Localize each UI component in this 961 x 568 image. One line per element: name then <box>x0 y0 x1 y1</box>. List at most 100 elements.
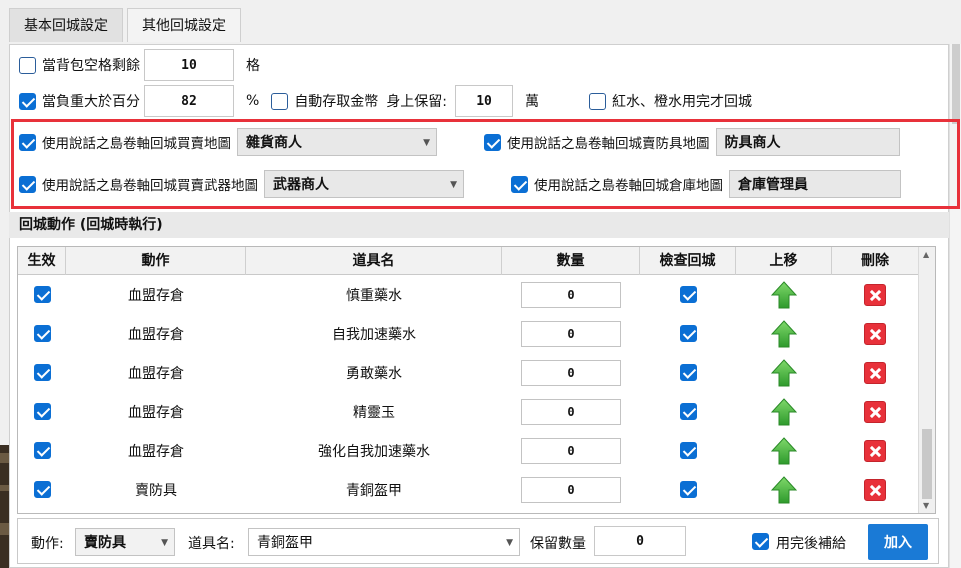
col-check-return[interactable]: 檢查回城 <box>640 247 736 275</box>
row-qty-input[interactable]: 0 <box>521 281 621 308</box>
row-action-cell[interactable]: 血盟存倉 <box>66 431 246 470</box>
scroll-general-label: 使用說話之島卷軸回城買賣地圖 <box>42 136 231 152</box>
col-qty[interactable]: 數量 <box>502 247 640 275</box>
row-check-return-checkbox[interactable] <box>679 364 697 381</box>
row-item-cell[interactable]: 自我加速藥水 <box>246 314 502 353</box>
weight-input[interactable]: 82 <box>144 85 234 117</box>
delete-icon[interactable] <box>864 400 886 423</box>
auto-gold-checkbox[interactable] <box>271 92 289 110</box>
row-item-cell[interactable]: 勇敢藥水 <box>246 353 502 392</box>
bottom-keep-input[interactable]: 0 <box>594 526 686 556</box>
weight-checkbox[interactable] <box>19 92 36 110</box>
row-enabled-cell <box>18 353 66 392</box>
row-action-cell[interactable]: 血盟存倉 <box>66 275 246 314</box>
row-action-cell[interactable]: 賣防具 <box>66 470 246 509</box>
scroll-general-checkbox[interactable] <box>19 133 36 151</box>
table-row[interactable]: 賣防具 青銅盔甲 0 <box>18 470 918 509</box>
col-enabled[interactable]: 生效 <box>18 247 66 275</box>
row-enabled-checkbox[interactable] <box>33 286 51 303</box>
tab-other-return[interactable]: 其他回城設定 <box>127 8 241 42</box>
scroll-warehouse-checkbox[interactable] <box>511 175 528 193</box>
row-qty-cell: 0 <box>502 431 640 470</box>
scroll-weapon-select[interactable]: 武器商人 ▼ <box>264 170 464 198</box>
bottom-item-select[interactable]: 青銅盔甲 ▼ <box>248 528 520 556</box>
row-qty-input[interactable]: 0 <box>521 476 621 503</box>
row-qty-input[interactable]: 0 <box>521 320 621 347</box>
scroll-down-icon[interactable]: ▼ <box>923 501 929 510</box>
table-row[interactable]: 血盟存倉 勇敢藥水 0 <box>18 353 918 392</box>
scroll-armor-select[interactable]: 防具商人 <box>715 128 900 156</box>
col-action[interactable]: 動作 <box>66 247 246 275</box>
row-enabled-checkbox[interactable] <box>33 403 51 420</box>
scroll-general-select[interactable]: 雜貨商人 ▼ <box>237 128 437 156</box>
row-qty-input[interactable]: 0 <box>521 437 621 464</box>
scroll-warehouse-select[interactable]: 倉庫管理員 <box>729 170 901 198</box>
delete-icon[interactable] <box>864 439 886 462</box>
row-check-return-checkbox[interactable] <box>679 403 697 420</box>
bottom-action-value: 賣防具 <box>84 535 126 551</box>
row-item-cell[interactable]: 精靈玉 <box>246 392 502 431</box>
row-enabled-checkbox[interactable] <box>33 442 51 459</box>
bottom-item-value: 青銅盔甲 <box>257 535 313 551</box>
bottom-action-select[interactable]: 賣防具 ▼ <box>75 528 175 556</box>
keep-gold-input[interactable]: 10 <box>455 85 514 117</box>
scroll-armor-checkbox[interactable] <box>484 133 501 151</box>
col-move-up[interactable]: 上移 <box>736 247 832 275</box>
bag-slots-unit: 格 <box>246 58 260 74</box>
row-check-return-checkbox[interactable] <box>679 286 697 303</box>
scroll-weapon-checkbox[interactable] <box>19 175 36 193</box>
bag-slots-checkbox[interactable] <box>19 56 36 74</box>
row-item-cell[interactable]: 青銅盔甲 <box>246 470 502 509</box>
potion-label: 紅水、橙水用完才回城 <box>612 94 753 110</box>
up-arrow-icon[interactable] <box>771 397 797 426</box>
delete-icon[interactable] <box>864 478 886 501</box>
scroll-up-icon[interactable]: ▲ <box>923 250 929 259</box>
add-button[interactable]: 加入 <box>868 524 928 560</box>
up-arrow-icon[interactable] <box>771 319 797 348</box>
up-arrow-icon[interactable] <box>771 280 797 309</box>
row-enabled-cell <box>18 470 66 509</box>
delete-icon[interactable] <box>864 283 886 306</box>
refill-label: 用完後補給 <box>776 536 846 552</box>
scroll-armor-value: 防具商人 <box>724 135 781 151</box>
table-row[interactable]: 血盟存倉 慎重藥水 0 <box>18 275 918 314</box>
row-check-cell <box>640 470 736 509</box>
row-check-return-checkbox[interactable] <box>679 481 697 498</box>
refill-checkbox[interactable] <box>752 533 769 550</box>
tab-basic-return[interactable]: 基本回城設定 <box>9 8 123 42</box>
row-item-cell[interactable]: 強化自我加速藥水 <box>246 431 502 470</box>
row-action-cell[interactable]: 血盟存倉 <box>66 392 246 431</box>
row-item-cell[interactable]: 慎重藥水 <box>246 275 502 314</box>
row-qty-input[interactable]: 0 <box>521 359 621 386</box>
table-row[interactable]: 血盟存倉 自我加速藥水 0 <box>18 314 918 353</box>
row-action-cell[interactable]: 血盟存倉 <box>66 353 246 392</box>
row-check-cell <box>640 392 736 431</box>
delete-icon[interactable] <box>864 361 886 384</box>
table-row[interactable]: 血盟存倉 強化自我加速藥水 0 <box>18 431 918 470</box>
scroll-setting-warehouse: 使用說話之島卷軸回城倉庫地圖 倉庫管理員 <box>511 169 901 199</box>
row-enabled-checkbox[interactable] <box>33 481 51 498</box>
row-action-cell[interactable]: 血盟存倉 <box>66 314 246 353</box>
delete-icon[interactable] <box>864 322 886 345</box>
table-row[interactable]: 血盟存倉 精靈玉 0 <box>18 392 918 431</box>
bottom-action-label: 動作: <box>31 536 64 552</box>
row-check-return-checkbox[interactable] <box>679 325 697 342</box>
weight-row: 當負重大於百分 82 % 自動存取金幣 身上保留: 10 萬 紅水、橙水用完才回… <box>19 84 752 118</box>
up-arrow-icon[interactable] <box>771 436 797 465</box>
potion-checkbox[interactable] <box>589 92 607 110</box>
bag-slots-input[interactable]: 10 <box>144 49 234 81</box>
row-enabled-checkbox[interactable] <box>33 364 51 381</box>
row-enabled-checkbox[interactable] <box>33 325 51 342</box>
chevron-down-icon: ▼ <box>450 180 457 190</box>
grid-scroll-thumb[interactable] <box>922 429 932 499</box>
auto-gold-label: 自動存取金幣 <box>294 94 379 110</box>
scroll-setting-weapon: 使用說話之島卷軸回城買賣武器地圖 武器商人 ▼ <box>19 169 464 199</box>
row-qty-input[interactable]: 0 <box>521 398 621 425</box>
grid-scrollbar[interactable]: ▲ ▼ <box>918 247 935 513</box>
up-arrow-icon[interactable] <box>771 475 797 504</box>
row-enabled-cell <box>18 314 66 353</box>
col-delete[interactable]: 刪除 <box>832 247 918 275</box>
up-arrow-icon[interactable] <box>771 358 797 387</box>
col-item[interactable]: 道具名 <box>246 247 502 275</box>
row-check-return-checkbox[interactable] <box>679 442 697 459</box>
